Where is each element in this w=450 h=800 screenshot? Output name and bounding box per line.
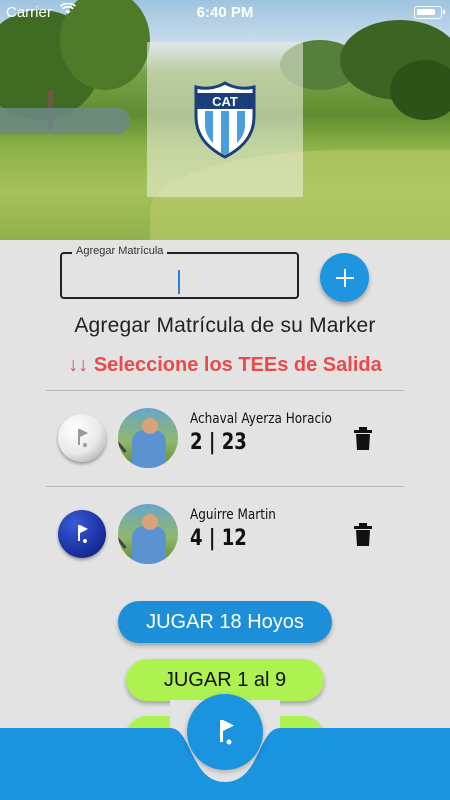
- player-score: 2 | 23: [190, 430, 247, 455]
- player-name: Achaval Ayerza Horacio: [190, 411, 332, 427]
- trash-icon[interactable]: [352, 522, 374, 548]
- page-title: Agregar Matrícula de su Marker: [74, 314, 376, 337]
- play-18-holes-button[interactable]: JUGAR 18 Hoyos: [118, 601, 332, 643]
- golf-flag-icon: [78, 429, 88, 447]
- plus-icon: [335, 268, 354, 287]
- player-name: Aguirre Martin: [190, 507, 276, 523]
- player-score: 4 | 12: [190, 526, 247, 551]
- tee-instruction: ↓↓ Seleccione los TEEs de Salida: [68, 354, 382, 376]
- clock: 6:40 PM: [196, 4, 254, 21]
- avatar: [118, 408, 178, 468]
- add-matricula-button[interactable]: [320, 253, 369, 302]
- golf-flag-icon: [220, 720, 234, 745]
- divider: [46, 486, 404, 487]
- divider: [46, 390, 404, 391]
- avatar: [118, 504, 178, 564]
- matricula-field[interactable]: Agregar Matrícula: [60, 245, 299, 299]
- player-row: Aguirre Martin 4 | 12: [0, 494, 450, 574]
- tee-selector-white[interactable]: [58, 414, 106, 462]
- tee-selector-blue[interactable]: [58, 510, 106, 558]
- status-bar: Carrier 6:40 PM: [0, 0, 450, 24]
- battery-icon: [414, 6, 445, 19]
- logo-text: CAT: [212, 94, 238, 109]
- text-cursor: [178, 270, 180, 294]
- trash-icon[interactable]: [352, 426, 374, 452]
- matricula-label: Agregar Matrícula: [72, 245, 168, 257]
- golf-flag-icon: [78, 525, 88, 543]
- club-shield-icon: CAT: [194, 80, 256, 159]
- center-nav-button[interactable]: [187, 694, 263, 770]
- club-logo: CAT: [147, 42, 303, 197]
- player-row: Achaval Ayerza Horacio 2 | 23: [0, 398, 450, 478]
